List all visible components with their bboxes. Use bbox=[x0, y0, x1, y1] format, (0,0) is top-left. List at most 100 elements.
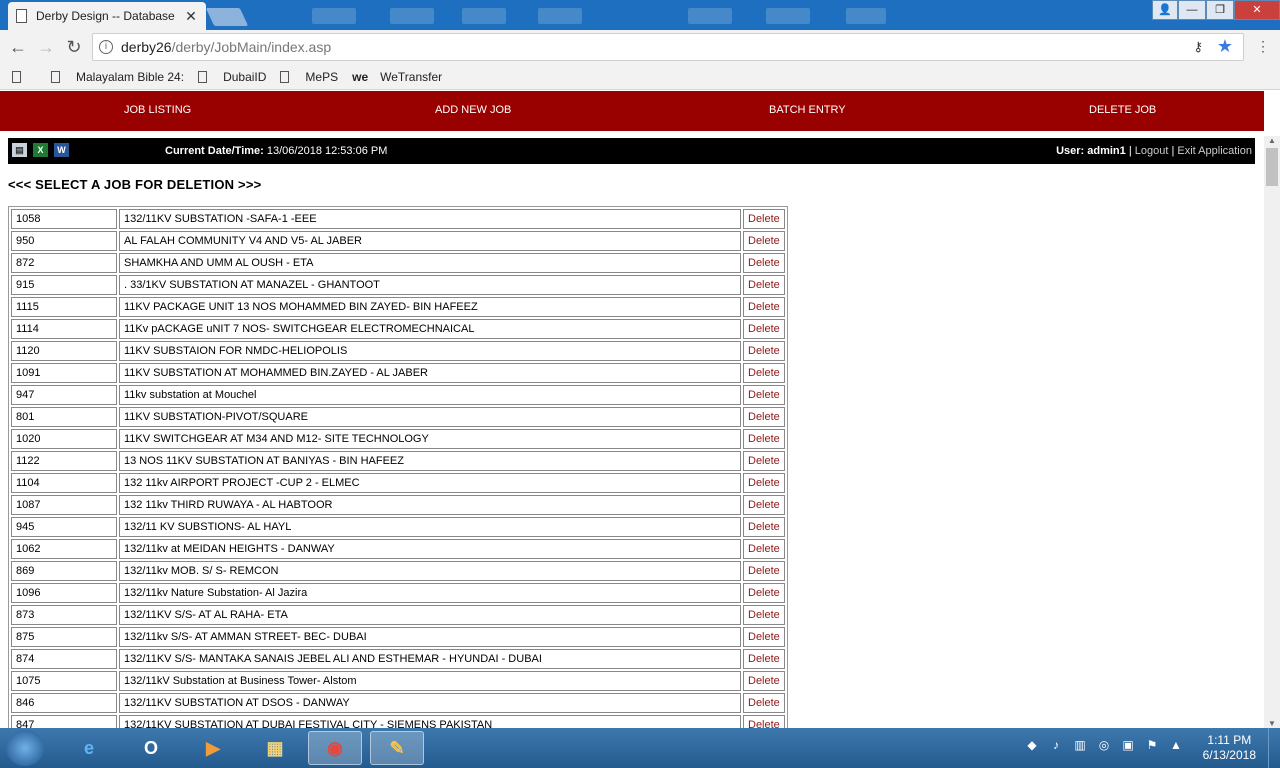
delete-link[interactable]: Delete bbox=[743, 429, 785, 449]
excel-export-icon[interactable]: X bbox=[33, 143, 48, 157]
job-id-cell: 1058 bbox=[11, 209, 117, 229]
network-icon[interactable]: ▥ bbox=[1072, 738, 1088, 754]
delete-link[interactable]: Delete bbox=[743, 473, 785, 493]
scroll-up-icon[interactable]: ▲ bbox=[1264, 136, 1280, 145]
delete-link[interactable]: Delete bbox=[743, 341, 785, 361]
job-name-cell: 132/11KV S/S- MANTAKA SANAIS JEBEL ALI A… bbox=[119, 649, 741, 669]
delete-link[interactable]: Delete bbox=[743, 253, 785, 273]
background-window-ghost bbox=[766, 8, 810, 24]
job-id-cell: 801 bbox=[11, 407, 117, 427]
bookmark-item[interactable]: we WeTransfer bbox=[352, 70, 442, 84]
delete-link[interactable]: Delete bbox=[743, 231, 785, 251]
job-name-cell: 132/11kv MOB. S/ S- REMCON bbox=[119, 561, 741, 581]
delete-link[interactable]: Delete bbox=[743, 209, 785, 229]
delete-link[interactable]: Delete bbox=[743, 627, 785, 647]
paint-icon[interactable]: ✎ bbox=[370, 731, 424, 765]
media-player-icon[interactable]: ▶ bbox=[186, 731, 240, 765]
page-scrollbar[interactable]: ▲ ▼ bbox=[1264, 136, 1280, 728]
file-explorer-icon[interactable]: ▦ bbox=[248, 731, 302, 765]
delete-link[interactable]: Delete bbox=[743, 297, 785, 317]
delete-link[interactable]: Delete bbox=[743, 539, 785, 559]
job-table: 1058 132/11KV SUBSTATION -SAFA-1 -EEE Dele… bbox=[8, 206, 788, 728]
address-bar[interactable]: i derby26/derby/JobMain/index.asp ⚷ ★ bbox=[92, 33, 1244, 61]
show-desktop-button[interactable] bbox=[1268, 728, 1280, 768]
back-arrow-icon[interactable]: ← bbox=[4, 37, 32, 58]
delete-link[interactable]: Delete bbox=[743, 693, 785, 713]
page-icon bbox=[198, 70, 208, 83]
internet-explorer-icon[interactable]: e bbox=[62, 731, 116, 765]
bookmark-item[interactable]: DubaiID bbox=[198, 70, 266, 84]
separator: | bbox=[1128, 145, 1132, 157]
delete-link[interactable]: Delete bbox=[743, 407, 785, 427]
nav-batch-entry[interactable]: BATCH ENTRY bbox=[769, 104, 846, 116]
dropbox-icon[interactable]: ◆ bbox=[1024, 738, 1040, 754]
start-button-icon[interactable] bbox=[6, 730, 44, 766]
delete-link[interactable]: Delete bbox=[743, 451, 785, 471]
maximize-button[interactable]: ❐ bbox=[1206, 0, 1234, 20]
user-profile-icon[interactable]: 👤 bbox=[1152, 0, 1178, 20]
reload-icon[interactable]: ↻ bbox=[60, 37, 88, 58]
delete-link[interactable]: Delete bbox=[743, 517, 785, 537]
delete-link[interactable]: Delete bbox=[743, 715, 785, 728]
nav-job-listing[interactable]: JOB LISTING bbox=[124, 104, 191, 116]
table-row: 1115 11KV PACKAGE UNIT 13 NOS MOHAMMED BI… bbox=[11, 297, 785, 317]
delete-link[interactable]: Delete bbox=[743, 649, 785, 669]
delete-link[interactable]: Delete bbox=[743, 385, 785, 405]
security-icon[interactable]: ◎ bbox=[1096, 738, 1112, 754]
outlook-icon[interactable]: O bbox=[124, 731, 178, 765]
job-name-cell: 132/11KV SUBSTATION AT DSOS - DANWAY bbox=[119, 693, 741, 713]
delete-link[interactable]: Delete bbox=[743, 583, 785, 603]
job-id-cell: 1115 bbox=[11, 297, 117, 317]
delete-link[interactable]: Delete bbox=[743, 275, 785, 295]
background-window-ghost bbox=[846, 8, 886, 24]
pdf-icon[interactable]: ▲ bbox=[1168, 738, 1184, 754]
word-export-icon[interactable]: W bbox=[54, 143, 69, 157]
bookmark-item[interactable]: MePS bbox=[280, 70, 338, 84]
bookmark-item[interactable]: Malayalam Bible 24: bbox=[51, 70, 184, 84]
table-row: 947 11kv substation at Mouchel Delete bbox=[11, 385, 785, 405]
page-content: JOB LISTING ADD NEW JOB BATCH ENTRY DELE… bbox=[0, 91, 1264, 728]
delete-link[interactable]: Delete bbox=[743, 363, 785, 383]
delete-link[interactable]: Delete bbox=[743, 671, 785, 691]
table-row: 1062 132/11kv at MEIDAN HEIGHTS - DANWAY D… bbox=[11, 539, 785, 559]
flag-icon[interactable]: ⚑ bbox=[1144, 738, 1160, 754]
forward-arrow-icon[interactable]: → bbox=[32, 37, 60, 58]
windows-taskbar: e O ▶ ▦ ◉ ✎ ◆ ♪ ▥ ◎ ▣ ⚑ ▲ 1:11 PM 6/13/2… bbox=[0, 728, 1280, 768]
print-icon[interactable]: ▤ bbox=[12, 143, 27, 157]
table-row: 1096 132/11kv Nature Substation- Al Jazir… bbox=[11, 583, 785, 603]
minimize-button[interactable]: — bbox=[1178, 0, 1206, 20]
user-label: User: bbox=[1056, 145, 1085, 157]
taskbar-clock[interactable]: 1:11 PM 6/13/2018 bbox=[1203, 733, 1256, 763]
volume-icon[interactable]: ♪ bbox=[1048, 738, 1064, 754]
menu-dots-icon[interactable]: ⋮ bbox=[1256, 38, 1270, 55]
job-id-cell: 869 bbox=[11, 561, 117, 581]
chrome-icon[interactable]: ◉ bbox=[308, 731, 362, 765]
tab-close-icon[interactable]: ✕ bbox=[184, 8, 198, 25]
nav-delete-job[interactable]: DELETE JOB bbox=[1089, 104, 1156, 116]
new-tab-button[interactable] bbox=[205, 8, 249, 26]
key-icon[interactable]: ⚷ bbox=[1193, 39, 1203, 55]
job-id-cell: 1114 bbox=[11, 319, 117, 339]
update-icon[interactable]: ▣ bbox=[1120, 738, 1136, 754]
job-id-cell: 875 bbox=[11, 627, 117, 647]
scroll-down-icon[interactable]: ▼ bbox=[1264, 719, 1280, 728]
job-id-cell: 1062 bbox=[11, 539, 117, 559]
logout-link[interactable]: Logout bbox=[1135, 145, 1169, 157]
tab-title: Derby Design -- Database bbox=[36, 9, 175, 23]
delete-link[interactable]: Delete bbox=[743, 605, 785, 625]
datetime-value: 13/06/2018 12:53:06 PM bbox=[266, 145, 388, 157]
window-close-button[interactable]: ✕ bbox=[1234, 0, 1280, 20]
exit-application-link[interactable]: Exit Application bbox=[1177, 145, 1252, 157]
browser-tab[interactable]: Derby Design -- Database ✕ bbox=[8, 2, 206, 30]
nav-add-new-job[interactable]: ADD NEW JOB bbox=[435, 104, 511, 116]
apps-bookmark[interactable] bbox=[12, 70, 37, 83]
bookmark-star-icon[interactable]: ★ bbox=[1217, 36, 1233, 57]
delete-link[interactable]: Delete bbox=[743, 561, 785, 581]
table-row: 950 AL FALAH COMMUNITY V4 AND V5- AL JABE… bbox=[11, 231, 785, 251]
table-row: 1104 132 11kv AIRPORT PROJECT -CUP 2 - EL… bbox=[11, 473, 785, 493]
job-name-cell: 132 11kv THIRD RUWAYA - AL HABTOOR bbox=[119, 495, 741, 515]
scrollbar-thumb[interactable] bbox=[1266, 148, 1278, 186]
site-info-icon[interactable]: i bbox=[99, 40, 113, 54]
delete-link[interactable]: Delete bbox=[743, 319, 785, 339]
delete-link[interactable]: Delete bbox=[743, 495, 785, 515]
